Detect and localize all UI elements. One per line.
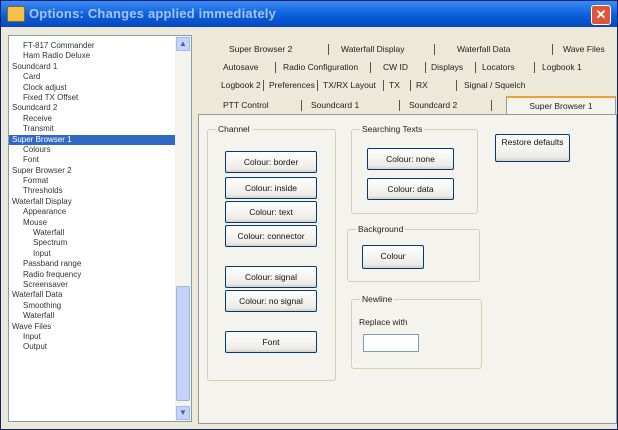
tab-waterfall-display[interactable]: Waterfall Display bbox=[341, 42, 404, 56]
scroll-up-icon[interactable]: ▲ bbox=[176, 37, 190, 51]
tree-scrollbar[interactable]: ▲ ▼ bbox=[175, 36, 191, 421]
tab-separator bbox=[317, 80, 318, 91]
tab-separator bbox=[491, 100, 492, 111]
tree-item[interactable]: Wave Files bbox=[9, 322, 175, 332]
tree-item[interactable]: Format bbox=[9, 176, 175, 186]
tree-item[interactable]: Input bbox=[9, 332, 175, 342]
tree-item[interactable]: Waterfall bbox=[9, 311, 175, 321]
tab-separator bbox=[370, 62, 371, 73]
tab-displays[interactable]: Displays bbox=[431, 60, 463, 74]
tree-item[interactable]: Clock adjust bbox=[9, 83, 175, 93]
tab-rx[interactable]: RX bbox=[416, 78, 428, 92]
tab-ptt-control[interactable]: PTT Control bbox=[223, 98, 269, 112]
scroll-thumb[interactable] bbox=[176, 286, 190, 401]
tree-item[interactable]: FT-817 Commander bbox=[9, 41, 175, 51]
tree-item[interactable]: Mouse bbox=[9, 218, 175, 228]
title-bar[interactable]: Options: Changes applied immediately ✕ bbox=[1, 1, 617, 27]
close-button[interactable]: ✕ bbox=[591, 5, 611, 25]
app-icon bbox=[7, 6, 25, 22]
colour-inside-button[interactable]: Colour: inside bbox=[225, 177, 317, 199]
tree-item[interactable]: Soundcard 1 bbox=[9, 62, 175, 72]
tree-item[interactable]: Waterfall bbox=[9, 228, 175, 238]
tree-item[interactable]: Super Browser 1 bbox=[9, 134, 175, 145]
tab-separator bbox=[552, 44, 553, 55]
colour-border-button[interactable]: Colour: border bbox=[225, 151, 317, 173]
tree-item[interactable]: Thresholds bbox=[9, 186, 175, 196]
tree-item[interactable]: Card bbox=[9, 72, 175, 82]
newline-legend: Newline bbox=[360, 294, 395, 304]
colour-no-signal-button[interactable]: Colour: no signal bbox=[225, 290, 317, 312]
tab-soundcard-2[interactable]: Soundcard 2 bbox=[409, 98, 457, 112]
tab-separator bbox=[434, 44, 435, 55]
scroll-down-icon[interactable]: ▼ bbox=[176, 406, 190, 420]
tab-logbook-2[interactable]: Logbook 2 bbox=[221, 78, 261, 92]
tab-separator bbox=[456, 80, 457, 91]
background-colour-button[interactable]: Colour bbox=[362, 245, 424, 269]
tab-locators[interactable]: Locators bbox=[482, 60, 515, 74]
tab-wave-files[interactable]: Wave Files bbox=[563, 42, 605, 56]
background-legend: Background bbox=[356, 224, 406, 234]
colour-none-button[interactable]: Colour: none bbox=[367, 148, 454, 170]
tab-separator bbox=[275, 62, 276, 73]
tree-item[interactable]: Colours bbox=[9, 145, 175, 155]
tree-item[interactable]: Font bbox=[9, 155, 175, 165]
tab-separator bbox=[399, 100, 400, 111]
window-title: Options: Changes applied immediately bbox=[29, 6, 277, 21]
tab-autosave[interactable]: Autosave bbox=[223, 60, 258, 74]
tab-preferences[interactable]: Preferences bbox=[269, 78, 315, 92]
tab-waterfall-data[interactable]: Waterfall Data bbox=[457, 42, 511, 56]
searching-texts-group: Searching Texts bbox=[351, 124, 478, 214]
tab-tx[interactable]: TX bbox=[389, 78, 400, 92]
tab-tx-rx-layout[interactable]: TX/RX Layout bbox=[323, 78, 376, 92]
tree-item[interactable]: Transmit bbox=[9, 124, 175, 134]
tab-super-browser-2[interactable]: Super Browser 2 bbox=[229, 42, 292, 56]
tree-item[interactable]: Screensaver bbox=[9, 280, 175, 290]
restore-defaults-label: Restore defaults bbox=[501, 137, 564, 147]
tab-radio-configuration[interactable]: Radio Configuration bbox=[283, 60, 358, 74]
tree-item[interactable]: Waterfall Data bbox=[9, 290, 175, 300]
tree-item[interactable]: Ham Radio Deluxe bbox=[9, 51, 175, 61]
colour-text-button[interactable]: Colour: text bbox=[225, 201, 317, 223]
settings-panel: Channel Colour: border Colour: inside Co… bbox=[198, 114, 617, 424]
tab-separator bbox=[263, 80, 264, 91]
tab-separator bbox=[301, 100, 302, 111]
tab-separator bbox=[383, 80, 384, 91]
tree-item[interactable]: Receive bbox=[9, 114, 175, 124]
colour-signal-button[interactable]: Colour: signal bbox=[225, 266, 317, 288]
tab-separator bbox=[425, 62, 426, 73]
restore-defaults-button[interactable]: Restore defaults bbox=[495, 134, 570, 162]
tab-cw-id[interactable]: CW ID bbox=[383, 60, 408, 74]
tree-item[interactable]: Appearance bbox=[9, 207, 175, 217]
tab-signal-squelch[interactable]: Signal / Squelch bbox=[464, 78, 525, 92]
tree-item[interactable]: Input bbox=[9, 249, 175, 259]
replace-with-input[interactable] bbox=[363, 334, 419, 352]
tab-soundcard-1[interactable]: Soundcard 1 bbox=[311, 98, 359, 112]
tab-separator bbox=[534, 62, 535, 73]
tree-item[interactable]: Output bbox=[9, 342, 175, 352]
tab-separator bbox=[328, 44, 329, 55]
channel-legend: Channel bbox=[216, 124, 252, 134]
tree-item[interactable]: Waterfall Display bbox=[9, 197, 175, 207]
tree-item[interactable]: Soundcard 2 bbox=[9, 103, 175, 113]
options-window: Options: Changes applied immediately ✕ F… bbox=[0, 0, 618, 430]
tree-list: FT-817 Commander Ham Radio Deluxe Soundcar… bbox=[9, 41, 175, 353]
tree-item[interactable]: Smoothing bbox=[9, 301, 175, 311]
tab-separator bbox=[475, 62, 476, 73]
searching-texts-legend: Searching Texts bbox=[360, 124, 425, 134]
colour-data-button[interactable]: Colour: data bbox=[367, 178, 454, 200]
tree-item[interactable]: Fixed TX Offset bbox=[9, 93, 175, 103]
replace-with-label: Replace with bbox=[359, 317, 408, 327]
tab-super-browser-1[interactable]: Super Browser 1 bbox=[506, 96, 616, 115]
font-button[interactable]: Font bbox=[225, 331, 317, 353]
tree-item[interactable]: Spectrum bbox=[9, 238, 175, 248]
tree-item[interactable]: Super Browser 2 bbox=[9, 166, 175, 176]
tree-item[interactable]: Passband range bbox=[9, 259, 175, 269]
tab-separator bbox=[410, 80, 411, 91]
tab-logbook-1[interactable]: Logbook 1 bbox=[542, 60, 582, 74]
tree-item[interactable]: Radio frequency bbox=[9, 270, 175, 280]
options-tree[interactable]: FT-817 Commander Ham Radio Deluxe Soundcar… bbox=[8, 35, 192, 422]
colour-connector-button[interactable]: Colour: connector bbox=[225, 225, 317, 247]
